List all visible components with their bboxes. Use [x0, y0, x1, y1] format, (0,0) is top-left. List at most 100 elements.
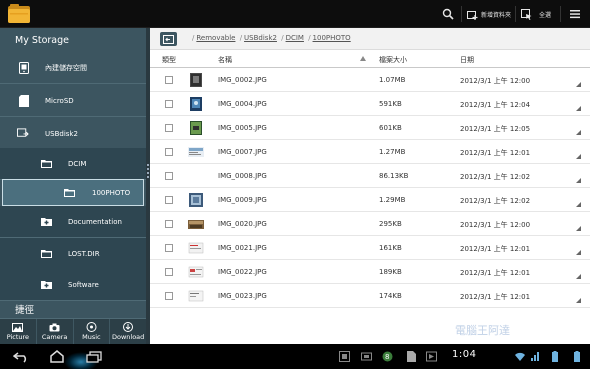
usb-drive-icon [17, 128, 29, 140]
table-row[interactable]: IMG_0022.JPG 189KB 2012/3/1 上午 12:01 [150, 260, 590, 284]
column-size[interactable]: 檔案大小 [379, 55, 407, 65]
watermark-logo: 電腦王阿達 [455, 324, 510, 337]
row-checkbox[interactable] [165, 268, 173, 276]
row-checkbox[interactable] [165, 100, 173, 108]
sidebar-item-documentation[interactable]: Documentation [0, 206, 146, 238]
file-date: 2012/3/1 上午 12:02 [460, 173, 531, 181]
file-date: 2012/3/1 上午 12:00 [460, 77, 531, 85]
quick-camera-button[interactable]: Camera [37, 319, 74, 344]
up-folder-button[interactable] [160, 32, 177, 46]
select-all-button[interactable]: 全選 [536, 0, 554, 28]
breadcrumb-separator: / [239, 34, 243, 42]
recent-apps-icon [86, 350, 102, 363]
row-menu-icon[interactable] [576, 106, 581, 111]
file-name: IMG_0008.JPG [218, 172, 267, 180]
picture-icon [12, 322, 24, 332]
media-notification-icon[interactable] [425, 349, 437, 364]
usb-connected-icon[interactable] [360, 349, 372, 364]
overflow-menu-button[interactable] [566, 0, 584, 28]
row-menu-icon[interactable] [576, 178, 581, 183]
file-date: 2012/3/1 上午 12:01 [460, 149, 531, 157]
row-menu-icon[interactable] [576, 226, 581, 231]
file-name: IMG_0002.JPG [218, 76, 267, 84]
row-menu-icon[interactable] [576, 250, 581, 255]
status-clock: 1:04 [452, 349, 477, 360]
column-name[interactable]: 名稱 [218, 55, 232, 65]
row-checkbox[interactable] [165, 220, 173, 228]
file-name: IMG_0021.JPG [218, 244, 267, 252]
breadcrumb-removable[interactable]: Removable [196, 34, 235, 42]
select-mode-button[interactable] [518, 0, 534, 28]
action-bar: 新增資料夾 全選 [0, 0, 590, 28]
file-size: 189KB [379, 268, 402, 276]
quick-access-bar: Picture Camera Music Download [0, 318, 146, 344]
home-button[interactable] [46, 347, 68, 366]
row-checkbox[interactable] [165, 244, 173, 252]
breadcrumb-usbdisk2[interactable]: USBdisk2 [244, 34, 277, 42]
sidebar-item-software[interactable]: Software [0, 269, 146, 301]
file-size: 174KB [379, 292, 402, 300]
table-row[interactable]: IMG_0023.JPG 174KB 2012/3/1 上午 12:01 [150, 284, 590, 308]
internal-storage-icon [18, 61, 30, 74]
quick-download-button[interactable]: Download [110, 319, 146, 344]
file-date: 2012/3/1 上午 12:02 [460, 197, 531, 205]
sidebar-item-microsd[interactable]: MicroSD [0, 85, 146, 117]
sidebar-item-usbdisk2[interactable]: USBdisk2 [0, 118, 146, 150]
table-row[interactable]: IMG_0004.JPG 591KB 2012/3/1 上午 12:04 [150, 92, 590, 116]
breadcrumb-dcim[interactable]: DCIM [286, 34, 304, 42]
table-row[interactable]: IMG_0009.JPG 1.29MB 2012/3/1 上午 12:02 [150, 188, 590, 212]
back-button[interactable] [10, 347, 32, 366]
quick-music-button[interactable]: Music [74, 319, 111, 344]
new-folder-button[interactable]: 新增資料夾 [465, 0, 513, 28]
table-row[interactable]: IMG_0002.JPG 1.07MB 2012/3/1 上午 12:00 [150, 68, 590, 92]
row-menu-icon[interactable] [576, 82, 581, 87]
sidebar-item-dcim[interactable]: DCIM [0, 148, 146, 180]
document-notification-icon[interactable] [405, 349, 417, 364]
row-checkbox[interactable] [165, 292, 173, 300]
sidebar-item-lost-dir[interactable]: LOST.DIR [0, 238, 146, 270]
file-size: 1.07MB [379, 76, 406, 84]
image-thumbnail [190, 97, 202, 111]
file-date: 2012/3/1 上午 12:01 [460, 245, 531, 253]
download-icon [123, 322, 134, 332]
file-name: IMG_0009.JPG [218, 196, 267, 204]
table-row[interactable]: IMG_0021.JPG 161KB 2012/3/1 上午 12:01 [150, 236, 590, 260]
breadcrumb-separator: / [308, 34, 311, 42]
sidebar-item-internal-storage[interactable]: 內建儲存空間 [0, 52, 146, 84]
row-menu-icon[interactable] [576, 154, 581, 159]
row-checkbox[interactable] [165, 124, 173, 132]
sidebar-item-label: Documentation [68, 217, 122, 226]
new-folder-icon [466, 10, 478, 20]
row-checkbox[interactable] [165, 172, 173, 180]
recent-apps-button[interactable] [83, 347, 105, 366]
search-button[interactable] [437, 0, 459, 28]
folder-icon [40, 248, 52, 260]
row-menu-icon[interactable] [576, 298, 581, 303]
select-all-label: 全選 [538, 11, 551, 19]
row-checkbox[interactable] [165, 76, 173, 84]
row-checkbox[interactable] [165, 196, 173, 204]
screenshot-icon[interactable] [338, 349, 350, 364]
image-thumbnail [188, 220, 204, 229]
breadcrumb-100photo[interactable]: 100PHOTO [313, 34, 351, 42]
column-type[interactable]: 類型 [162, 55, 176, 65]
quick-picture-button[interactable]: Picture [0, 319, 37, 344]
wifi-icon [515, 349, 525, 364]
sync-status-icon[interactable]: 8 [381, 349, 393, 364]
shortcuts-title: 捷徑 [15, 305, 35, 316]
file-date: 2012/3/1 上午 12:05 [460, 125, 531, 133]
row-menu-icon[interactable] [576, 202, 581, 207]
row-menu-icon[interactable] [576, 274, 581, 279]
file-list-pane: / Removable / USBdisk2 /DCIM /100PHOTO 類型 … [150, 28, 590, 344]
sidebar-item-100photo[interactable]: 100PHOTO [2, 179, 144, 206]
table-row[interactable]: IMG_0005.JPG 601KB 2012/3/1 上午 12:05 [150, 116, 590, 140]
row-checkbox[interactable] [165, 148, 173, 156]
breadcrumb-separator: / [281, 34, 284, 42]
table-row[interactable]: IMG_0020.JPG 295KB 2012/3/1 上午 12:00 [150, 212, 590, 236]
system-navigation-bar: 8 1:04 [0, 344, 590, 369]
table-row[interactable]: IMG_0008.JPG 86.13KB 2012/3/1 上午 12:02 [150, 164, 590, 188]
row-menu-icon[interactable] [576, 130, 581, 135]
table-row[interactable]: IMG_0007.JPG 1.27MB 2012/3/1 上午 12:01 [150, 140, 590, 164]
column-date[interactable]: 日期 [460, 55, 474, 65]
folder-icon [40, 279, 52, 291]
